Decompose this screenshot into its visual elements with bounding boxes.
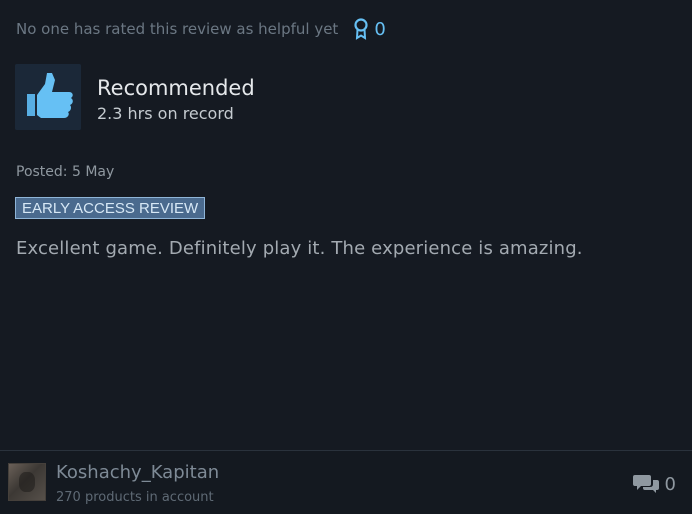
comment-count: 0 [664,473,676,495]
review-card: No one has rated this review as helpful … [0,0,692,514]
comments-button[interactable]: 0 [632,473,676,495]
posted-date: Posted: 5 May [16,164,115,180]
review-body: Excellent game. Definitely play it. The … [16,238,583,259]
review-footer: Koshachy_Kapitan 270 products in account… [0,450,692,514]
recommendation-header: Recommended 2.3 hrs on record [15,64,255,130]
award-count: 0 [374,18,386,40]
recommendation-title[interactable]: Recommended [97,74,255,102]
thumbs-up-icon [15,64,81,130]
hours-on-record: 2.3 hrs on record [97,104,234,123]
author-name[interactable]: Koshachy_Kapitan [56,462,219,483]
award-button[interactable]: 0 [354,18,386,40]
author-products: 270 products in account [56,490,214,505]
helpful-status: No one has rated this review as helpful … [16,18,386,40]
award-ribbon-icon [354,18,368,40]
early-access-badge: EARLY ACCESS REVIEW [15,197,206,219]
helpful-text: No one has rated this review as helpful … [16,20,339,38]
avatar[interactable] [8,463,46,501]
comment-bubbles-icon [632,475,659,493]
